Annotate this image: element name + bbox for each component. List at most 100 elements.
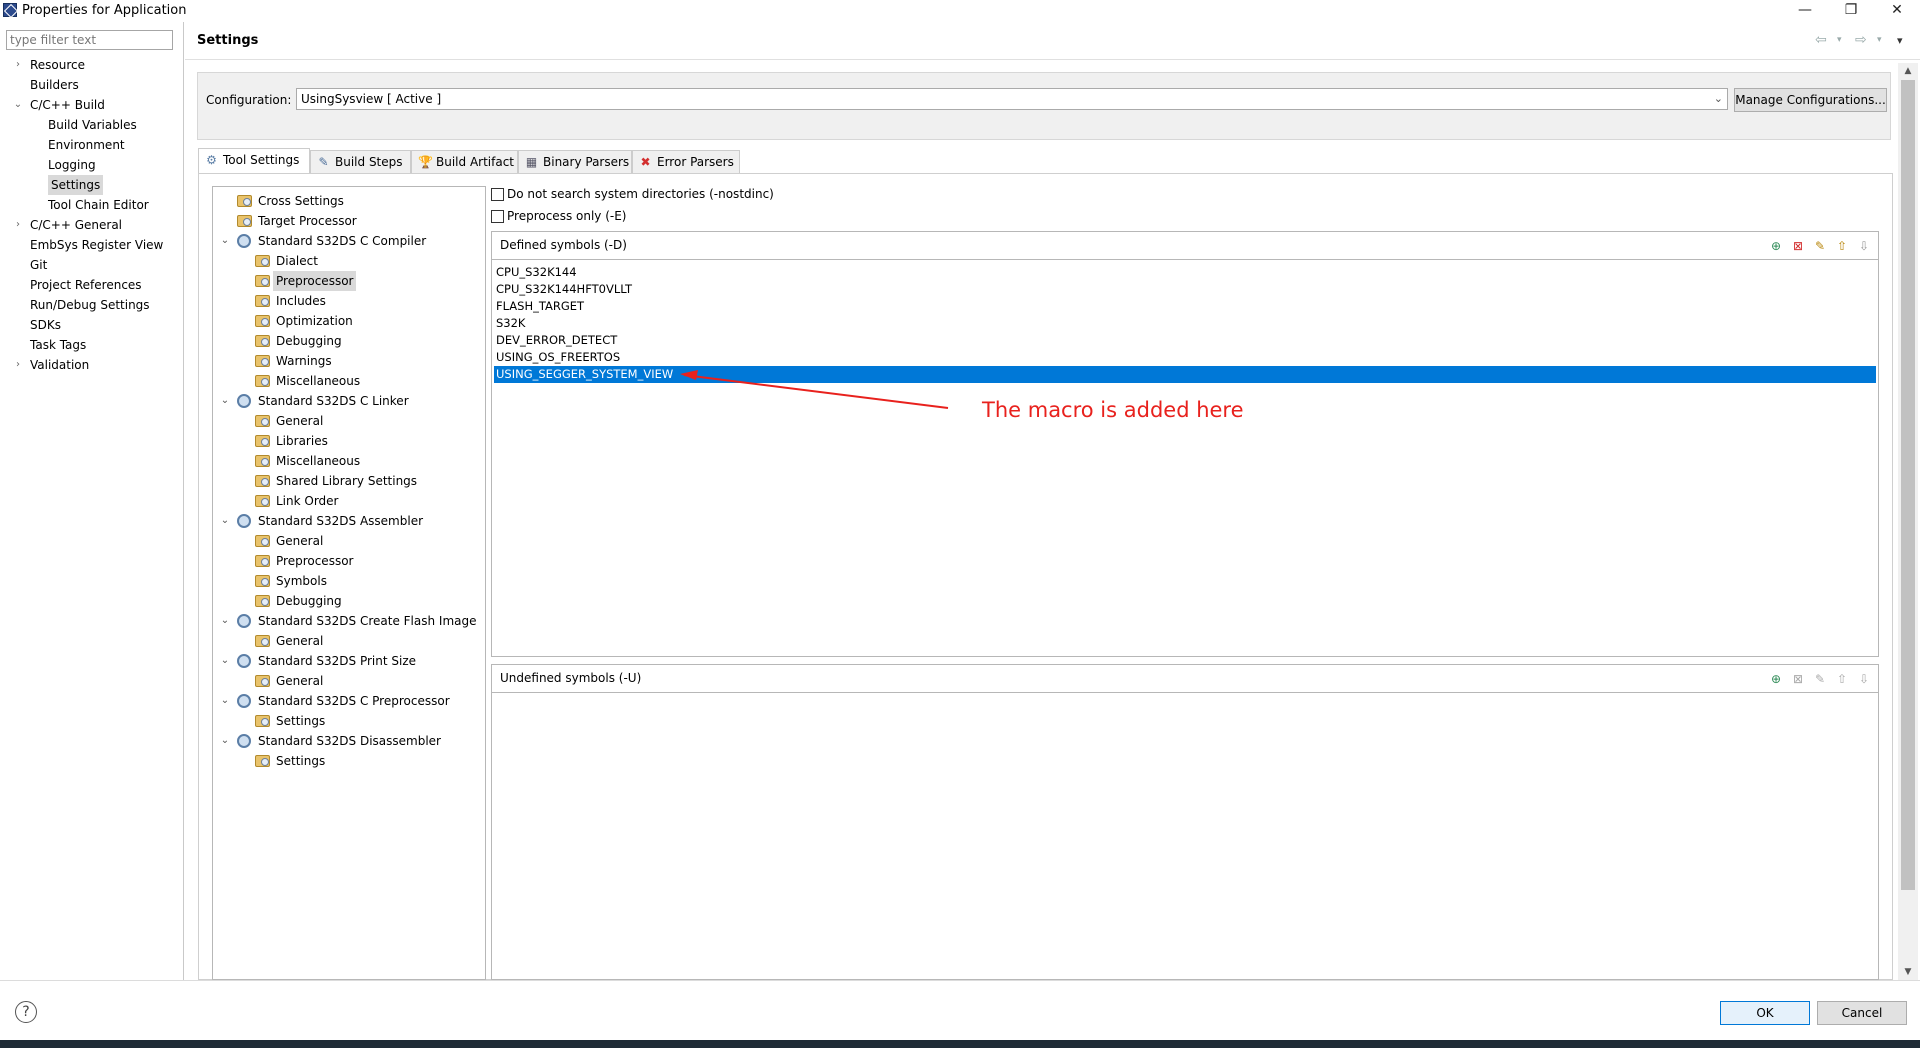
error-parsers-icon: ✖ xyxy=(640,155,651,169)
tool-tree-label: Preprocessor xyxy=(273,271,357,291)
tab-build-steps[interactable]: ✎ Build Steps xyxy=(310,150,411,174)
build-artifact-icon: 🏆 xyxy=(418,155,433,169)
tab-label: Build Steps xyxy=(335,155,403,169)
chevron-down-icon[interactable]: ⌄ xyxy=(219,611,231,631)
back-icon[interactable]: ⇦ xyxy=(1815,32,1827,48)
app-icon xyxy=(3,3,17,17)
sidebar-item-label: C/C++ Build xyxy=(30,98,105,112)
binary-parsers-icon: ▦ xyxy=(525,155,538,169)
tool-tree-label: Shared Library Settings xyxy=(276,474,418,488)
move-up-icon[interactable]: ⇧ xyxy=(1834,238,1850,254)
sidebar-item-label: Resource xyxy=(30,58,86,72)
move-down-icon[interactable]: ⇩ xyxy=(1856,238,1872,254)
defined-symbols-group: Defined symbols (-D) ⊕ ⊠ ✎ ⇧ ⇩ CPU_S32K144 CP… xyxy=(491,231,1879,657)
ok-button[interactable]: OK xyxy=(1720,1001,1810,1025)
tool-tree-label: Standard S32DS Assembler xyxy=(258,514,424,528)
tool-gear-icon xyxy=(237,514,251,528)
tool-tree-label: Settings xyxy=(276,754,326,768)
tool-tree-label: General xyxy=(276,674,324,688)
window-title: Properties for Application xyxy=(22,3,187,18)
sidebar-item-label: Logging xyxy=(48,158,96,172)
preprocessor-options: Do not search system directories (-nostd… xyxy=(491,186,1891,980)
settings-folder-icon xyxy=(255,455,270,467)
nostdinc-label: Do not search system directories (-nostd… xyxy=(507,187,774,201)
tab-error-parsers[interactable]: ✖ Error Parsers xyxy=(632,150,740,174)
chevron-right-icon[interactable]: › xyxy=(11,55,25,75)
tab-tool-settings[interactable]: ⚙ Tool Settings xyxy=(198,148,310,174)
scroll-up-icon[interactable]: ▲ xyxy=(1898,63,1918,79)
tab-label: Binary Parsers xyxy=(543,155,630,169)
edit-icon: ✎ xyxy=(1814,672,1826,686)
sidebar-item-label: Environment xyxy=(48,138,125,152)
page-title: Settings xyxy=(197,33,259,48)
undefined-symbols-title: Undefined symbols (-U) xyxy=(500,671,642,685)
preprocess-only-checkbox[interactable] xyxy=(491,210,504,223)
symbol-item[interactable]: CPU_S32K144 xyxy=(494,264,577,281)
chevron-down-icon[interactable]: ⌄ xyxy=(219,691,231,711)
settings-folder-icon xyxy=(255,575,270,587)
manage-configurations-button[interactable]: Manage Configurations... xyxy=(1734,88,1887,112)
chevron-down-icon[interactable]: ⌄ xyxy=(219,511,231,531)
tab-build-artifact[interactable]: 🏆 Build Artifact xyxy=(411,150,518,174)
undefined-symbols-header: Undefined symbols (-U) ⊕ ⊠ ✎ ⇧ ⇩ xyxy=(492,665,1878,693)
annotation-text: The macro is added here xyxy=(982,398,1244,422)
taskbar xyxy=(0,1040,1920,1048)
chevron-right-icon[interactable]: › xyxy=(11,355,25,375)
left-pane: › Resource Builders ⌄ C/C++ Build Build Varia… xyxy=(0,22,184,980)
forward-icon[interactable]: ⇨ xyxy=(1855,32,1867,48)
settings-folder-icon xyxy=(255,715,270,727)
add-icon[interactable]: ⊕ xyxy=(1768,671,1784,687)
scrollbar-thumb[interactable] xyxy=(1901,80,1915,890)
close-button[interactable]: ✕ xyxy=(1874,1,1920,21)
symbol-item[interactable]: FLASH_TARGET xyxy=(494,298,584,315)
chevron-down-icon[interactable]: ⌄ xyxy=(219,651,231,671)
cancel-button[interactable]: Cancel xyxy=(1817,1001,1907,1025)
configuration-select[interactable]: UsingSysview [ Active ] ⌄ xyxy=(296,88,1728,110)
tool-gear-icon xyxy=(237,734,251,748)
vertical-scrollbar[interactable]: ▲ ▼ xyxy=(1898,63,1918,980)
tab-label: Build Artifact xyxy=(436,155,514,169)
page-header: Settings ⇦ ▾ ⇨ ▾ ▾ xyxy=(185,22,1920,60)
tool-tree-label: General xyxy=(276,414,324,428)
settings-folder-icon xyxy=(255,535,270,547)
forward-menu-icon[interactable]: ▾ xyxy=(1877,35,1882,45)
restore-button[interactable]: ❐ xyxy=(1828,1,1874,21)
configuration-label: Configuration: xyxy=(206,93,292,107)
tool-tree-label: Miscellaneous xyxy=(276,374,361,388)
settings-folder-icon xyxy=(255,355,270,367)
view-menu-icon[interactable]: ▾ xyxy=(1897,34,1903,47)
scroll-down-icon[interactable]: ▼ xyxy=(1898,964,1918,980)
symbol-item-selected[interactable]: USING_SEGGER_SYSTEM_VIEW xyxy=(494,366,1876,383)
settings-folder-icon xyxy=(255,315,270,327)
tab-label: Tool Settings xyxy=(223,153,300,167)
add-icon[interactable]: ⊕ xyxy=(1768,238,1784,254)
tool-tree-label: Standard S32DS C Linker xyxy=(258,394,409,408)
chevron-down-icon[interactable]: ⌄ xyxy=(219,731,231,751)
back-menu-icon[interactable]: ▾ xyxy=(1837,35,1842,45)
tab-binary-parsers[interactable]: ▦ Binary Parsers xyxy=(518,150,632,174)
chevron-down-icon[interactable]: ⌄ xyxy=(219,391,231,411)
edit-icon[interactable]: ✎ xyxy=(1812,238,1828,254)
move-down-icon: ⇩ xyxy=(1858,672,1870,686)
delete-icon[interactable]: ⊠ xyxy=(1790,238,1806,254)
settings-folder-icon xyxy=(255,635,270,647)
tool-tree-label: Libraries xyxy=(276,434,328,448)
symbol-item[interactable]: USING_OS_FREERTOS xyxy=(494,349,620,366)
filter-input[interactable] xyxy=(6,30,173,50)
chevron-right-icon[interactable]: › xyxy=(11,215,25,235)
tool-tree-label: Dialect xyxy=(276,254,318,268)
symbol-item[interactable]: S32K xyxy=(494,315,525,332)
chevron-down-icon[interactable]: ⌄ xyxy=(11,95,25,115)
tool-gear-icon xyxy=(237,694,251,708)
settings-folder-icon xyxy=(237,215,252,227)
symbol-item[interactable]: CPU_S32K144HFT0VLLT xyxy=(494,281,632,298)
settings-folder-icon xyxy=(255,375,270,387)
minimize-button[interactable]: — xyxy=(1782,1,1828,21)
settings-folder-icon xyxy=(255,255,270,267)
help-icon[interactable]: ? xyxy=(15,1001,37,1023)
nostdinc-checkbox[interactable] xyxy=(491,188,504,201)
chevron-down-icon[interactable]: ⌄ xyxy=(219,231,231,251)
undefined-symbols-toolbar: ⊕ ⊠ ✎ ⇧ ⇩ xyxy=(1762,671,1872,687)
symbol-item[interactable]: DEV_ERROR_DETECT xyxy=(494,332,617,349)
tool-tree-label: Standard S32DS C Preprocessor xyxy=(258,694,450,708)
